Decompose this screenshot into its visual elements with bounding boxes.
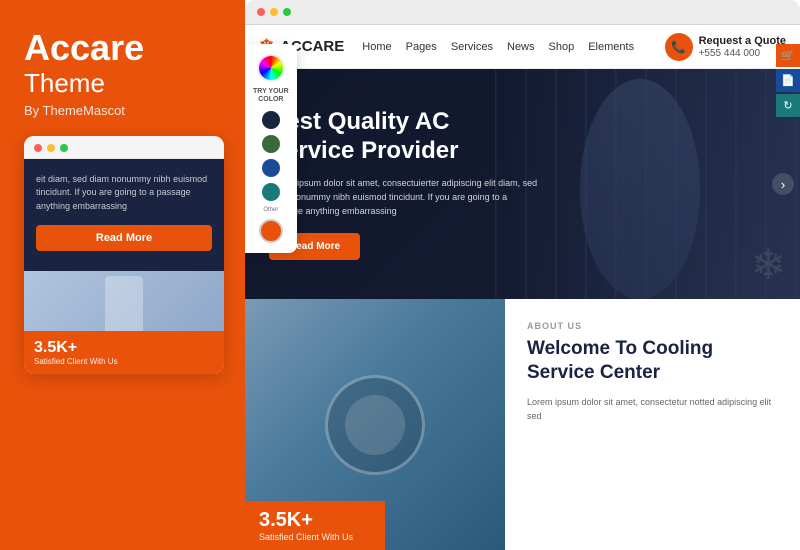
color-swatch-green[interactable] — [262, 135, 280, 153]
mobile-stats: 3.5K+ Satisfied Client With Us — [24, 331, 224, 374]
hero-title: Best Quality AC Service Provider — [269, 108, 541, 166]
about-title: Welcome To Cooling Service Center — [527, 337, 778, 385]
brand-name: Accare — [24, 28, 144, 68]
mobile-read-more-button[interactable]: Read More — [36, 225, 212, 251]
about-label: ABOUT US — [527, 321, 778, 331]
browser-dot-green — [283, 8, 291, 16]
color-active-swatch[interactable] — [259, 219, 283, 243]
ac-unit-card: 3.5K+ Satisfied Client With Us — [245, 299, 505, 550]
nav-news[interactable]: News — [507, 41, 535, 53]
dot-yellow — [47, 144, 55, 152]
mobile-card-text: eit diam, sed diam nonummy nibh euismod … — [36, 173, 212, 214]
refresh-icon-button[interactable]: ↻ — [776, 94, 800, 117]
browser-chrome — [245, 0, 800, 25]
color-picker[interactable]: TRY YOURCOLOR Other — [245, 44, 297, 253]
tech-figure — [105, 276, 143, 331]
color-wheel[interactable] — [257, 54, 285, 82]
nav-cta[interactable]: 📞 Request a Quote +555 444 000 — [665, 33, 786, 61]
mobile-card-chrome — [24, 136, 224, 159]
nav-pages[interactable]: Pages — [406, 41, 437, 53]
other-label: Other — [263, 207, 278, 213]
nav-services[interactable]: Services — [451, 41, 493, 53]
by-text: By ThemeMascot — [24, 103, 125, 118]
browser-dot-red — [257, 8, 265, 16]
nav-elements[interactable]: Elements — [588, 41, 634, 53]
carousel-next-button[interactable]: › — [772, 173, 794, 195]
site-nav: ❄ ACCARE Home Pages Services News Shop E… — [245, 25, 800, 69]
hero-text: Lorem ipsum dolor sit amet, consectuiert… — [269, 176, 541, 219]
color-picker-title: TRY YOURCOLOR — [253, 88, 289, 105]
color-swatch-teal[interactable] — [262, 183, 280, 201]
phone-icon: 📞 — [665, 33, 693, 61]
cart-icon-button[interactable]: 🛒 — [776, 44, 800, 67]
bottom-section: 3.5K+ Satisfied Client With Us ABOUT US … — [245, 299, 800, 550]
mobile-card-body: eit diam, sed diam nonummy nibh euismod … — [24, 159, 224, 272]
ac-unit-circle — [325, 375, 425, 475]
about-text: Lorem ipsum dolor sit amet, consectetur … — [527, 395, 778, 424]
brand-sub: Theme — [24, 68, 105, 99]
nav-cta-label: Request a Quote — [699, 34, 786, 48]
ac-stats-label: Satisfied Client With Us — [259, 532, 371, 542]
nav-cta-phone: +555 444 000 — [699, 48, 786, 59]
left-panel: Accare Theme By ThemeMascot eit diam, se… — [0, 0, 245, 550]
mobile-stats-label: Satisfied Client With Us — [34, 357, 214, 366]
hero-section: ‹ Best Quality AC Service Provider Lorem… — [245, 69, 800, 299]
mobile-tech-image — [24, 271, 224, 331]
hero-snowflake-watermark: ❄ — [751, 240, 786, 289]
browser-dots — [257, 8, 291, 16]
about-section: ABOUT US Welcome To Cooling Service Cent… — [505, 299, 800, 550]
right-panel: ❄ ACCARE Home Pages Services News Shop E… — [245, 0, 800, 550]
doc-icon-button[interactable]: 📄 — [776, 69, 800, 92]
browser-dot-yellow — [270, 8, 278, 16]
nav-cta-details: Request a Quote +555 444 000 — [699, 34, 786, 59]
color-swatch-dark[interactable] — [262, 111, 280, 129]
mobile-preview-card: eit diam, sed diam nonummy nibh euismod … — [24, 136, 224, 375]
ac-stats-number: 3.5K+ — [259, 509, 371, 532]
nav-links: Home Pages Services News Shop Elements — [362, 41, 664, 53]
mobile-stats-number: 3.5K+ — [34, 339, 214, 357]
nav-shop[interactable]: Shop — [549, 41, 575, 53]
site-sidebar-right: 🛒 📄 ↻ — [776, 44, 800, 117]
dot-red — [34, 144, 42, 152]
ac-unit-inner — [345, 395, 405, 455]
dot-green — [60, 144, 68, 152]
nav-home[interactable]: Home — [362, 41, 391, 53]
color-swatch-blue[interactable] — [262, 159, 280, 177]
ac-stats-overlay: 3.5K+ Satisfied Client With Us — [245, 501, 385, 550]
